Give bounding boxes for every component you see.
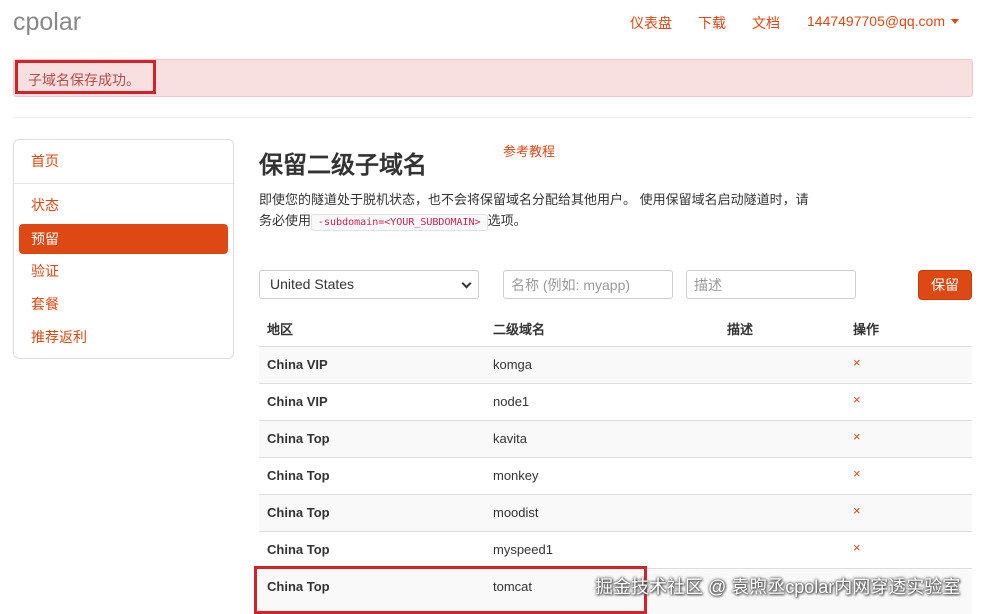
account-menu[interactable]: 1447497705@qq.com <box>807 13 959 29</box>
row-region: China Top <box>267 468 330 483</box>
row-region: China Top <box>267 431 330 446</box>
row-region: China Top <box>267 579 330 594</box>
table-row: China Top moodist × <box>259 494 972 531</box>
delete-icon[interactable]: × <box>853 503 861 518</box>
table-row: China VIP node1 × <box>259 383 972 420</box>
row-region: China VIP <box>267 357 328 372</box>
success-alert: 子域名保存成功。 <box>13 59 973 97</box>
delete-icon[interactable]: × <box>853 429 861 444</box>
row-subdomain: myspeed1 <box>493 542 553 557</box>
column-header-description: 描述 <box>727 322 754 337</box>
alert-message: 子域名保存成功。 <box>28 72 140 88</box>
watermark: 掘金技术社区 @ 袁煦丞cpolar内网穿透实验室 <box>595 577 961 597</box>
row-subdomain: tomcat <box>493 579 533 594</box>
row-subdomain: moodist <box>493 505 539 520</box>
top-navbar: cpolar 仪表盘 下载 文档 1447497705@qq.com <box>0 0 1005 50</box>
subdomain-option-code: -subdomain=<YOUR_SUBDOMAIN> <box>311 214 488 231</box>
row-region: China Top <box>267 505 330 520</box>
row-region: China Top <box>267 542 330 557</box>
nav-download-link[interactable]: 下载 <box>698 13 726 33</box>
account-email: 1447497705@qq.com <box>807 13 945 29</box>
delete-icon[interactable]: × <box>853 540 861 555</box>
sidebar-item-home[interactable]: 首页 <box>19 146 228 176</box>
table-row: China VIP komga × <box>259 346 972 383</box>
delete-icon[interactable]: × <box>853 466 861 481</box>
row-subdomain: monkey <box>493 468 539 483</box>
nav-dashboard-link[interactable]: 仪表盘 <box>630 13 672 33</box>
page-title: 保留二级子域名 <box>259 152 427 179</box>
brand-logo[interactable]: cpolar <box>13 8 81 37</box>
row-subdomain: komga <box>493 357 533 372</box>
sidebar-item-reserve[interactable]: 预留 <box>19 224 228 254</box>
page-description: 即使您的隧道处于脱机状态，也不会将保留域名分配给其他用户。 使用保留域名启动隧道… <box>259 189 819 233</box>
caret-down-icon <box>950 18 959 24</box>
chevron-down-icon <box>461 278 472 289</box>
region-select-value: United States <box>270 276 355 292</box>
sidebar-item-verify[interactable]: 验证 <box>19 256 228 286</box>
delete-icon[interactable]: × <box>853 392 861 407</box>
description-text-end: 选项。 <box>487 213 527 228</box>
reserve-button[interactable]: 保留 <box>918 270 972 300</box>
table-row: China Top monkey × <box>259 457 972 494</box>
table-row: China Top kavita × <box>259 420 972 457</box>
column-header-subdomain: 二级域名 <box>493 322 546 337</box>
row-subdomain: kavita <box>493 431 527 446</box>
column-header-region: 地区 <box>267 322 294 337</box>
region-select[interactable]: United States <box>259 270 479 299</box>
sidebar-nav: 首页 状态 预留 验证 套餐 推荐返利 <box>13 139 234 359</box>
column-header-action: 操作 <box>853 322 880 337</box>
sidebar-item-referral[interactable]: 推荐返利 <box>19 322 228 352</box>
table-row: China Top myspeed1 × <box>259 531 972 568</box>
nav-docs-link[interactable]: 文档 <box>752 13 780 33</box>
row-subdomain: node1 <box>493 394 530 409</box>
subdomain-name-input[interactable] <box>503 270 673 299</box>
delete-icon[interactable]: × <box>853 355 861 370</box>
divider <box>13 117 973 118</box>
row-region: China VIP <box>267 394 328 409</box>
sidebar-divider <box>14 183 233 184</box>
description-input[interactable] <box>686 270 856 299</box>
sidebar-item-plan[interactable]: 套餐 <box>19 289 228 319</box>
sidebar-item-status[interactable]: 状态 <box>19 190 228 220</box>
tutorial-link[interactable]: 参考教程 <box>503 141 555 160</box>
